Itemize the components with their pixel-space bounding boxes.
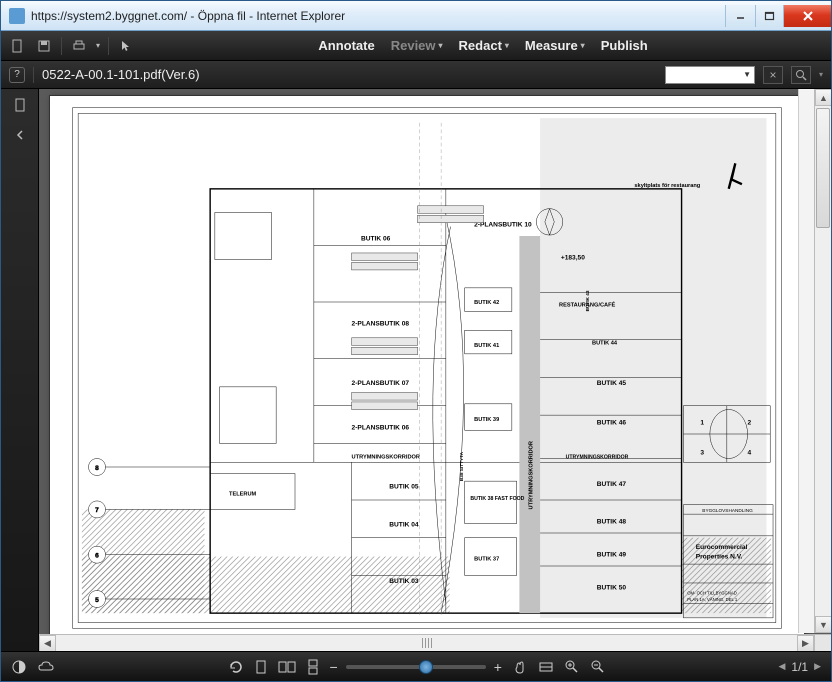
- svg-text:6: 6: [95, 553, 99, 560]
- menu-publish[interactable]: Publish: [595, 36, 654, 55]
- svg-text:BYGGLOVSHANDLING: BYGGLOVSHANDLING: [702, 508, 753, 513]
- svg-text:+183,50: +183,50: [561, 255, 585, 262]
- zoom-slider[interactable]: − +: [330, 659, 502, 675]
- window-title: https://system2.byggnet.com/ - Öppna fil…: [31, 9, 725, 23]
- help-icon[interactable]: ?: [9, 67, 25, 83]
- pdf-page: 8 7 6 5: [49, 95, 805, 641]
- menu-annotate[interactable]: Annotate: [312, 36, 380, 55]
- search-button[interactable]: [791, 66, 811, 84]
- svg-text:2: 2: [748, 420, 752, 427]
- svg-text:Eurocommercial: Eurocommercial: [696, 544, 748, 551]
- svg-text:BUTIK 03: BUTIK 03: [389, 578, 419, 585]
- svg-text:skyltplats för restaurang: skyltplats för restaurang: [634, 183, 700, 189]
- scroll-up-arrow[interactable]: ▲: [815, 89, 831, 106]
- svg-text:BUTIK 39: BUTIK 39: [474, 417, 499, 423]
- print-icon[interactable]: [70, 37, 88, 55]
- close-tab-button[interactable]: ×: [763, 66, 783, 84]
- scroll-right-arrow[interactable]: ▶: [797, 635, 814, 651]
- side-panel: [1, 89, 39, 651]
- content-area: 8 7 6 5: [1, 89, 831, 651]
- save-icon[interactable]: [35, 37, 53, 55]
- pointer-icon[interactable]: [117, 37, 135, 55]
- svg-text:UTRYMNINGSKORRIDOR: UTRYMNINGSKORRIDOR: [529, 441, 535, 509]
- pan-icon[interactable]: [512, 659, 528, 675]
- svg-text:2-PLANSBUTIK 08: 2-PLANSBUTIK 08: [352, 321, 410, 328]
- svg-text:UTRYMNINGSKORRIDOR: UTRYMNINGSKORRIDOR: [352, 455, 420, 461]
- svg-text:7: 7: [95, 507, 99, 514]
- svg-text:BUTIK 47: BUTIK 47: [597, 481, 627, 488]
- menu-redact[interactable]: Redact▾: [453, 36, 515, 55]
- vertical-scrollbar[interactable]: ▲ ▼: [814, 89, 831, 633]
- fit-width-icon[interactable]: [538, 659, 554, 675]
- main-toolbar: ▾ Annotate Review▾ Redact▾ Measure▾ Publ…: [1, 31, 831, 61]
- scroll-down-arrow[interactable]: ▼: [815, 616, 831, 633]
- next-page-icon[interactable]: ▶: [814, 661, 821, 672]
- svg-text:PLAN 1A, VÅNING, DEL 1: PLAN 1A, VÅNING, DEL 1: [687, 597, 738, 602]
- menu-review[interactable]: Review▾: [385, 36, 449, 55]
- svg-text:BUTIK 38 FAST FOOD: BUTIK 38 FAST FOOD: [470, 496, 524, 502]
- svg-text:BUTIK 41: BUTIK 41: [474, 343, 499, 349]
- svg-text:B38 SITTYTA: B38 SITTYTA: [459, 451, 464, 481]
- svg-text:1: 1: [700, 420, 704, 427]
- scroll-corner: [814, 634, 831, 651]
- svg-text:5: 5: [95, 597, 99, 604]
- svg-text:3: 3: [700, 450, 704, 457]
- svg-text:BUTIK 44: BUTIK 44: [592, 340, 618, 346]
- cloud-icon[interactable]: [37, 660, 55, 674]
- svg-text:BUTIK 48: BUTIK 48: [597, 519, 627, 526]
- svg-text:BUTIK 05: BUTIK 05: [389, 484, 419, 491]
- scroll-left-arrow[interactable]: ◀: [39, 635, 56, 651]
- window-titlebar: https://system2.byggnet.com/ - Öppna fil…: [1, 1, 831, 31]
- svg-text:BUTIK 43: BUTIK 43: [585, 290, 590, 311]
- svg-text:BUTIK 42: BUTIK 42: [474, 300, 499, 306]
- contrast-icon[interactable]: [11, 659, 27, 675]
- zoom-thumb[interactable]: [419, 660, 433, 674]
- zoom-in-icon[interactable]: [564, 659, 580, 675]
- layer-dropdown[interactable]: ▼: [665, 66, 755, 84]
- maximize-button[interactable]: [755, 5, 783, 27]
- svg-text:BUTIK 37: BUTIK 37: [474, 556, 499, 562]
- document-viewport[interactable]: 8 7 6 5: [39, 89, 831, 651]
- rotate-icon[interactable]: [228, 659, 244, 675]
- svg-text:BUTIK 06: BUTIK 06: [361, 236, 391, 243]
- page-indicator: ◀ 1/1 ▶: [778, 660, 821, 674]
- horizontal-scrollbar[interactable]: ◀ ▶: [39, 634, 814, 651]
- svg-text:OM- OCH TILLBYGGNAD: OM- OCH TILLBYGGNAD: [687, 590, 737, 595]
- vscroll-thumb[interactable]: [816, 108, 830, 228]
- file-bar: ? 0522-A-00.1-101.pdf(Ver.6) ▼ × ▾: [1, 61, 831, 89]
- svg-text:8: 8: [95, 465, 99, 472]
- close-button[interactable]: [783, 5, 831, 27]
- svg-text:BUTIK 50: BUTIK 50: [597, 585, 627, 592]
- minimize-button[interactable]: [725, 5, 755, 27]
- svg-text:4: 4: [748, 450, 752, 457]
- panel-doc-icon[interactable]: [10, 95, 30, 115]
- svg-text:TELERUM: TELERUM: [229, 491, 257, 497]
- svg-text:BUTIK 04: BUTIK 04: [389, 521, 419, 528]
- svg-text:BUTIK 46: BUTIK 46: [597, 420, 627, 427]
- svg-text:2-PLANSBUTIK 06: 2-PLANSBUTIK 06: [352, 424, 410, 431]
- ie-favicon: [9, 8, 25, 24]
- svg-text:BUTIK 45: BUTIK 45: [597, 380, 627, 387]
- svg-text:BUTIK 49: BUTIK 49: [597, 552, 627, 559]
- page-number-label: 1/1: [791, 660, 808, 674]
- panel-collapse-icon[interactable]: [10, 125, 30, 145]
- prev-page-icon[interactable]: ◀: [778, 661, 785, 672]
- two-page-icon[interactable]: [278, 659, 296, 675]
- filename-label: 0522-A-00.1-101.pdf(Ver.6): [42, 67, 657, 82]
- single-page-icon[interactable]: [254, 659, 268, 675]
- continuous-icon[interactable]: [306, 659, 320, 675]
- menu-measure[interactable]: Measure▾: [519, 36, 591, 55]
- svg-text:2-PLANSBUTIK 07: 2-PLANSBUTIK 07: [352, 380, 410, 387]
- new-doc-icon[interactable]: [9, 37, 27, 55]
- ruler-vertical: [798, 89, 814, 633]
- svg-text:UTRYMNINGSKORRIDOR: UTRYMNINGSKORRIDOR: [566, 455, 629, 461]
- zoom-out-icon[interactable]: [590, 659, 606, 675]
- status-bar: − + ◀ 1/1 ▶: [1, 651, 831, 681]
- floorplan-svg: 8 7 6 5: [58, 104, 796, 632]
- svg-text:Properties N.V.: Properties N.V.: [696, 553, 743, 560]
